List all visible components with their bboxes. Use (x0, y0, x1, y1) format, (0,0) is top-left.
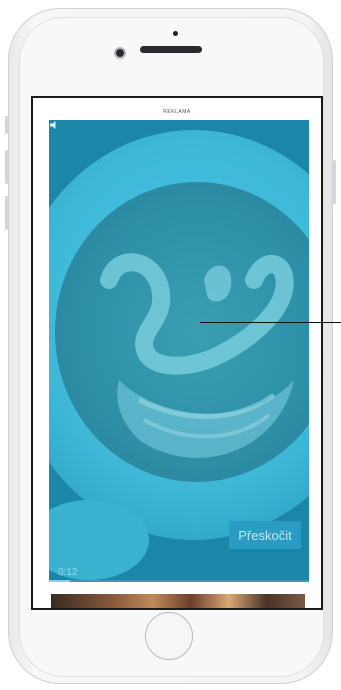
volume-down-button (5, 196, 8, 230)
ad-label: REKLAMA (163, 109, 191, 115)
ad-timer: 0:12 (58, 567, 78, 578)
ad-progress-bar (49, 580, 309, 582)
earpiece-speaker (140, 46, 202, 53)
video-ad[interactable]: Přeskočit 0:12 (49, 120, 309, 582)
latte-art-image (49, 120, 309, 582)
screen: REKLAMA Přeskočit 0:12 (31, 96, 323, 610)
proximity-sensor (173, 31, 178, 36)
volume-up-button (5, 150, 8, 184)
ad-progress-fill (49, 580, 70, 582)
annotation-line (200, 322, 341, 323)
skip-button[interactable]: Přeskočit (229, 521, 301, 549)
next-content-thumbnail[interactable] (51, 594, 305, 608)
home-button[interactable] (145, 612, 193, 660)
front-camera-icon (114, 47, 126, 59)
power-button (333, 160, 336, 204)
speaker-icon[interactable] (49, 120, 59, 130)
side-button (5, 116, 8, 134)
